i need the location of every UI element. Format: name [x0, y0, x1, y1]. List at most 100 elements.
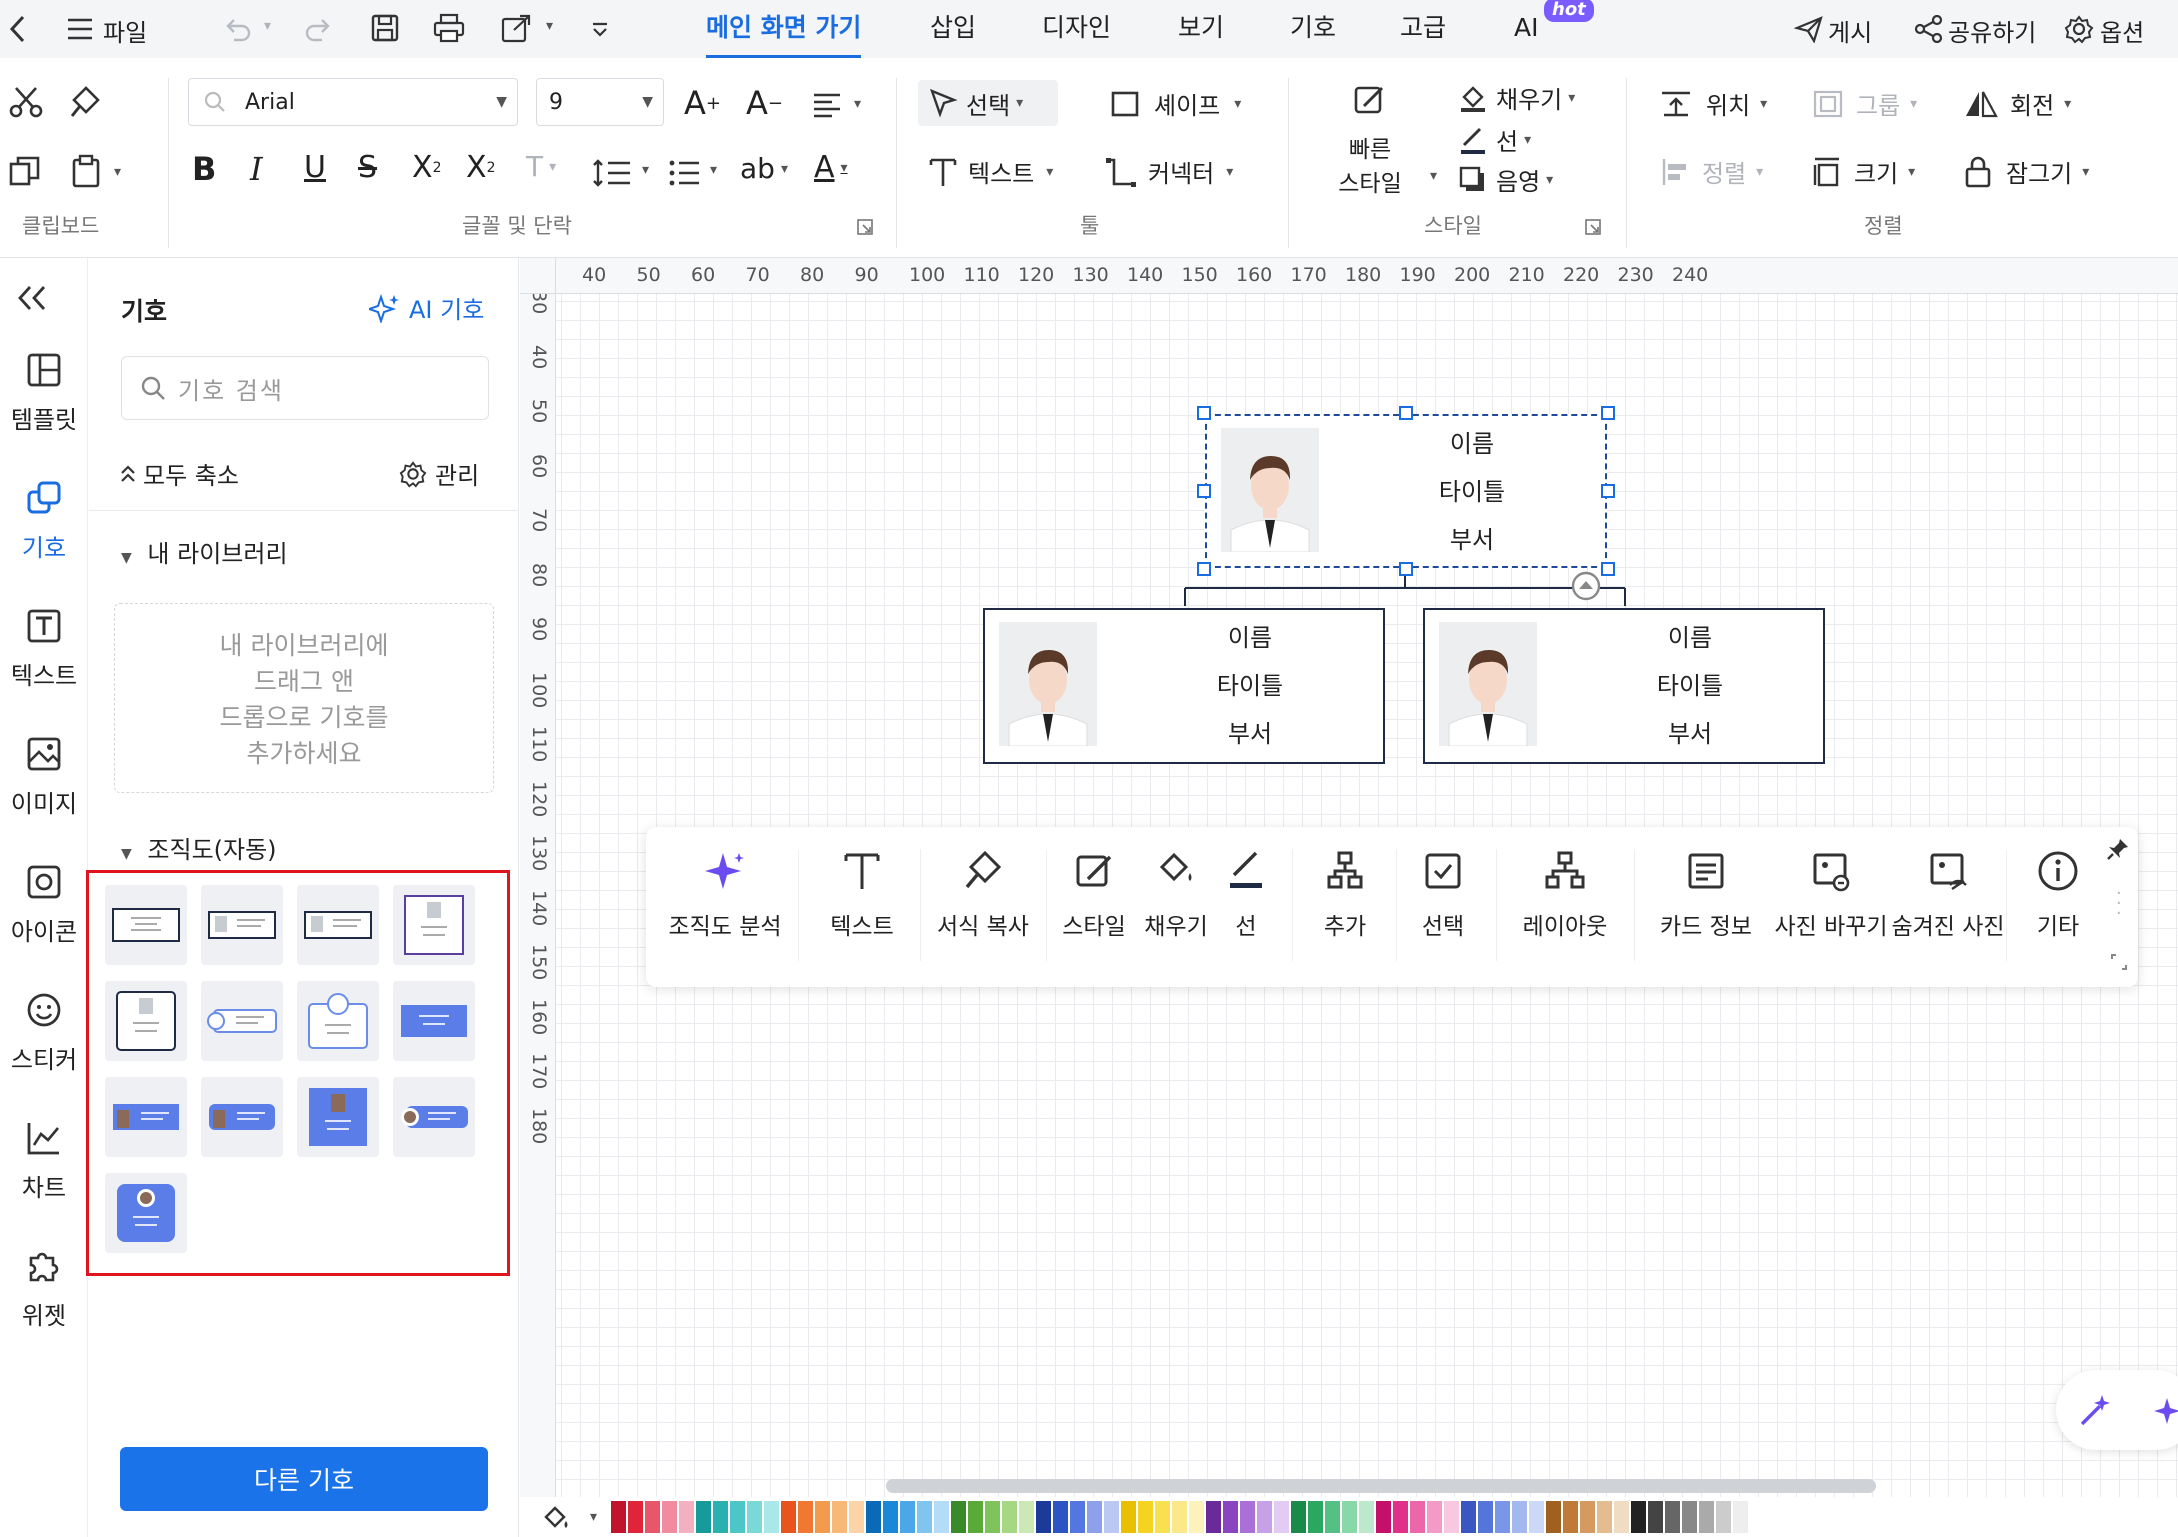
paste-icon[interactable] [70, 154, 104, 188]
rail-item-widgets[interactable]: 위젯 [0, 1248, 88, 1331]
ai-assist-fab[interactable] [2056, 1370, 2178, 1450]
tab-symbols[interactable]: 기호 [1290, 0, 1336, 58]
color-swatch[interactable] [934, 1501, 950, 1533]
color-swatch[interactable] [1019, 1501, 1035, 1533]
org-shape-thumbnail[interactable] [297, 1077, 379, 1157]
resize-handle[interactable] [1197, 562, 1211, 576]
text-case-icon[interactable]: T ▾ [526, 150, 556, 183]
color-swatch[interactable] [1172, 1501, 1188, 1533]
color-swatch[interactable] [1104, 1501, 1120, 1533]
color-swatch[interactable] [985, 1501, 1001, 1533]
org-shape-thumbnail[interactable] [297, 981, 379, 1061]
color-swatch[interactable] [1121, 1501, 1137, 1533]
color-swatch[interactable] [1393, 1501, 1409, 1533]
share-label[interactable]: 공유하기 [1948, 13, 2036, 48]
save-icon[interactable] [370, 13, 400, 43]
org-card-child[interactable]: 이름 타이틀 부서 [983, 608, 1385, 764]
library-drop-area[interactable]: 내 라이브러리에 드래그 앤 드롭으로 기호를 추가하세요 [114, 603, 494, 793]
subscript-icon[interactable]: X2 [466, 150, 495, 185]
rotate-button[interactable]: 회전 ▾ [1964, 86, 2071, 121]
drag-handle-dots[interactable]: · · · [2116, 885, 2122, 923]
color-swatch[interactable] [1733, 1501, 1749, 1533]
align-button[interactable]: 정렬 ▾ [1660, 154, 1763, 189]
font-size-select[interactable]: 9 ▼ [536, 78, 664, 126]
pin-icon[interactable] [2106, 837, 2130, 861]
rail-item-charts[interactable]: 차트 [0, 1120, 88, 1203]
fill-button[interactable]: 채우기 ▾ [1458, 80, 1575, 115]
tab-design[interactable]: 디자인 [1042, 0, 1111, 58]
color-swatch[interactable] [883, 1501, 899, 1533]
fb-layout[interactable]: 레이아웃 [1502, 849, 1628, 941]
resize-handle[interactable] [1601, 562, 1615, 576]
color-swatch[interactable] [968, 1501, 984, 1533]
color-swatch[interactable] [917, 1501, 933, 1533]
fb-select[interactable]: 선택 [1398, 849, 1488, 941]
collapse-all-button[interactable]: 모두 축소 [119, 456, 239, 491]
underline-icon[interactable]: U [304, 150, 326, 185]
org-shape-thumbnail[interactable] [105, 1077, 187, 1157]
font-color-icon[interactable]: A ▾ [814, 150, 848, 185]
quick-style-button[interactable]: 빠른 스타일 [1334, 82, 1406, 198]
org-shape-thumbnail[interactable] [393, 1077, 475, 1157]
font-settings-launcher-icon[interactable] [856, 218, 874, 236]
fb-add[interactable]: 추가 [1300, 849, 1390, 941]
export-icon[interactable] [500, 13, 532, 43]
text-tool[interactable]: 텍스트 ▾ [928, 154, 1053, 189]
font-family-select[interactable]: Arial ▼ [188, 78, 518, 126]
decrease-font-icon[interactable]: A − [746, 84, 783, 122]
paste-dropdown-icon[interactable]: ▾ [114, 164, 121, 180]
color-swatch[interactable] [1155, 1501, 1171, 1533]
fb-card-info[interactable]: 카드 정보 [1646, 849, 1766, 941]
color-swatch[interactable] [1580, 1501, 1596, 1533]
more-chevron-icon[interactable] [590, 20, 610, 40]
rail-item-icons[interactable]: 아이콘 [0, 864, 88, 947]
org-card-child[interactable]: 이름 타이틀 부서 [1423, 608, 1825, 764]
color-swatch[interactable] [1291, 1501, 1307, 1533]
redo-icon[interactable] [304, 14, 334, 44]
color-swatch[interactable] [1410, 1501, 1426, 1533]
my-library-section[interactable]: ▼ 내 라이브러리 [121, 534, 288, 569]
align-text-icon[interactable] [812, 92, 842, 118]
org-shape-thumbnail[interactable] [105, 1173, 187, 1253]
resize-handle[interactable] [1601, 484, 1615, 498]
fill-bucket-icon[interactable] [540, 1503, 570, 1531]
color-swatch[interactable] [747, 1501, 763, 1533]
fb-more[interactable]: 기타 [2018, 849, 2098, 941]
color-swatch[interactable] [1359, 1501, 1375, 1533]
fb-org-analysis[interactable]: 조직도 분석 [660, 849, 790, 941]
strikethrough-icon[interactable]: S [358, 150, 377, 185]
shadow-button[interactable]: 음영 ▾ [1458, 162, 1553, 197]
color-swatch[interactable] [1376, 1501, 1392, 1533]
options-label[interactable]: 옵션 [2100, 13, 2144, 48]
ai-symbol-button[interactable]: AI 기호 [369, 290, 484, 325]
org-shape-thumbnail[interactable] [393, 885, 475, 965]
color-swatch[interactable] [1461, 1501, 1477, 1533]
file-menu[interactable]: 파일 [103, 13, 147, 48]
tab-advanced[interactable]: 고급 [1400, 0, 1446, 58]
resize-handle[interactable] [1197, 406, 1211, 420]
color-swatch[interactable] [1206, 1501, 1222, 1533]
cut-scissors-icon[interactable] [8, 84, 44, 120]
fb-text[interactable]: 텍스트 [812, 849, 912, 941]
org-card-root[interactable]: 이름 타이틀 부서 [1205, 414, 1607, 568]
collapse-panel-icon[interactable] [16, 284, 48, 312]
color-swatch[interactable] [730, 1501, 746, 1533]
color-swatch[interactable] [1427, 1501, 1443, 1533]
color-swatch[interactable] [1087, 1501, 1103, 1533]
tab-home[interactable]: 메인 화면 가기 [706, 0, 862, 58]
publish-label[interactable]: 게시 [1828, 13, 1872, 48]
org-chart-section[interactable]: ▼ 조직도(자동) [121, 830, 277, 865]
color-swatch[interactable] [1053, 1501, 1069, 1533]
color-swatch[interactable] [1529, 1501, 1545, 1533]
color-swatch[interactable] [1597, 1501, 1613, 1533]
style-settings-launcher-icon[interactable] [1584, 218, 1602, 236]
size-button[interactable]: 크기 ▾ [1812, 154, 1915, 189]
color-swatch[interactable] [1223, 1501, 1239, 1533]
bold-icon[interactable]: B [192, 150, 216, 188]
back-chevron-icon[interactable] [6, 12, 30, 46]
color-swatch[interactable] [628, 1501, 644, 1533]
color-swatch[interactable] [1682, 1501, 1698, 1533]
color-swatch[interactable] [662, 1501, 678, 1533]
color-swatch[interactable] [815, 1501, 831, 1533]
color-swatch[interactable] [1478, 1501, 1494, 1533]
